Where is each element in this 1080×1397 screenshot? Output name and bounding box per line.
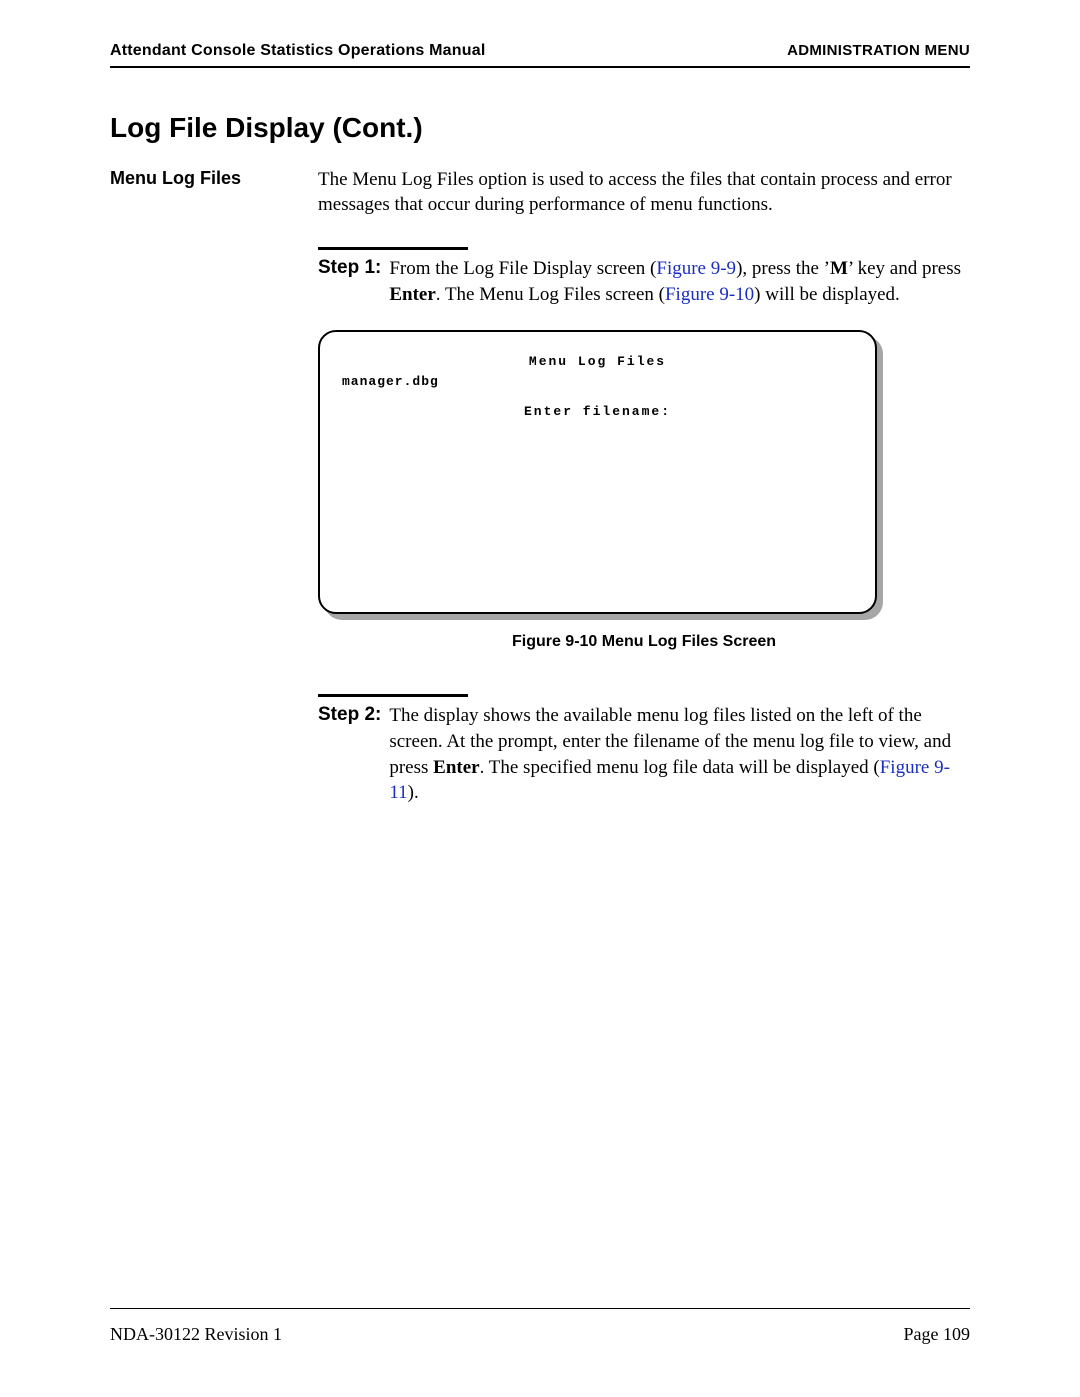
text-segment: From the Log File Display screen (	[389, 258, 656, 279]
content-row: Menu Log Files The Menu Log Files option…	[110, 168, 970, 806]
terminal-screen: Menu Log Files manager.dbg Enter filenam…	[318, 330, 877, 614]
step-divider	[318, 247, 468, 250]
terminal-listed-file: manager.dbg	[342, 374, 439, 391]
terminal-prompt: Enter filename:	[320, 404, 875, 421]
step-1-label: Step 1:	[318, 256, 381, 281]
footer-rule	[110, 1308, 970, 1309]
key-enter: Enter	[433, 757, 479, 778]
intro-paragraph: The Menu Log Files option is used to acc…	[318, 168, 970, 217]
running-header: Attendant Console Statistics Operations …	[110, 42, 970, 68]
terminal-title: Menu Log Files	[320, 354, 875, 371]
step-2-text: The display shows the available menu log…	[389, 703, 970, 806]
content-area: Menu Log Files The Menu Log Files option…	[110, 168, 970, 806]
text-segment: ) will be displayed.	[754, 284, 900, 305]
step-2-block: Step 2: The display shows the available …	[318, 694, 970, 806]
doc-id: NDA-30122 Revision 1	[110, 1324, 282, 1345]
figure-9-10: Menu Log Files manager.dbg Enter filenam…	[318, 330, 970, 653]
text-segment: . The Menu Log Files screen (	[436, 284, 665, 305]
figure-caption: Figure 9-10 Menu Log Files Screen	[318, 632, 970, 653]
side-heading: Menu Log Files	[110, 168, 290, 189]
header-right: ADMINISTRATION MENU	[787, 42, 970, 59]
step-1-block: Step 1: From the Log File Display screen…	[318, 247, 970, 652]
step-divider	[318, 694, 468, 697]
text-segment: ’ key and press	[848, 258, 961, 279]
document-page: Attendant Console Statistics Operations …	[0, 0, 1080, 1397]
page-footer: NDA-30122 Revision 1 Page 109	[110, 1324, 970, 1345]
figure-ref-9-10[interactable]: Figure 9-10	[665, 284, 754, 305]
header-left: Attendant Console Statistics Operations …	[110, 42, 485, 60]
figure-ref-9-9[interactable]: Figure 9-9	[656, 258, 736, 279]
key-enter: Enter	[389, 284, 435, 305]
body-column: The Menu Log Files option is used to acc…	[318, 168, 970, 806]
step-1-text: From the Log File Display screen (Figure…	[389, 256, 970, 307]
page-number: Page 109	[904, 1324, 971, 1345]
text-segment: ), press the ’	[736, 258, 830, 279]
key-m: M	[830, 258, 848, 279]
section-title: Log File Display (Cont.)	[110, 112, 423, 144]
step-1: Step 1: From the Log File Display screen…	[318, 256, 970, 307]
step-2-label: Step 2:	[318, 703, 381, 728]
text-segment: ).	[408, 782, 419, 803]
text-segment: . The specified menu log file data will …	[480, 757, 880, 778]
step-2: Step 2: The display shows the available …	[318, 703, 970, 806]
